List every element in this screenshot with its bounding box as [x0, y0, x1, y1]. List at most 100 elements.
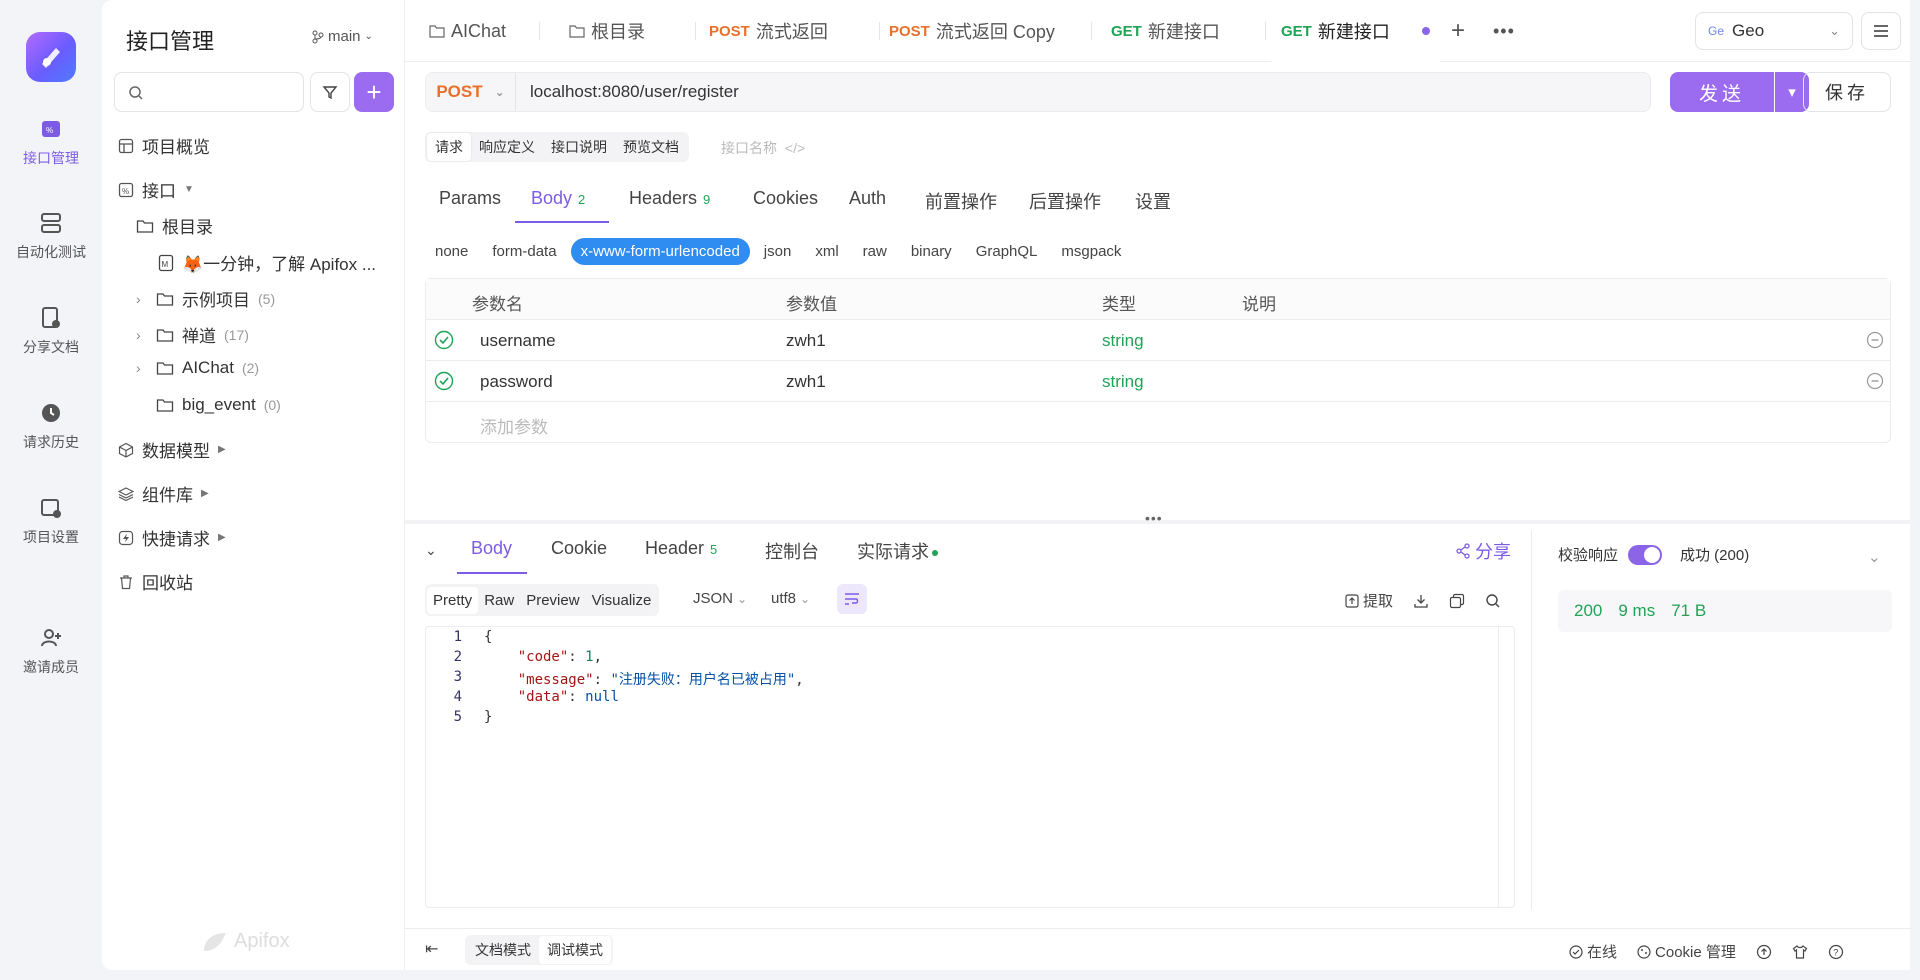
cookie-manager-button[interactable]: Cookie 管理 — [1637, 941, 1736, 962]
response-tab-actual-request[interactable]: 实际请求 — [857, 538, 938, 564]
tree-item-recycle-bin[interactable]: 回收站 — [118, 569, 193, 594]
tree-item-folder-zentao[interactable]: › 禅道 (17) — [136, 322, 249, 347]
collapse-chevron-icon[interactable]: ⌄ — [425, 542, 437, 559]
save-button[interactable]: 保存 — [1803, 72, 1891, 112]
param-type[interactable]: string — [1102, 331, 1144, 351]
rail-item-project-settings[interactable]: 项目设置 — [0, 495, 102, 547]
tab-body[interactable]: Body 2 — [531, 188, 585, 209]
word-wrap-button[interactable] — [837, 584, 867, 614]
tab-new-interface-active[interactable]: GET 新建接口 — [1271, 0, 1440, 63]
tree-item-folder-big-event[interactable]: big_event (0) — [156, 395, 281, 415]
new-tab-button[interactable]: + — [1451, 0, 1465, 62]
response-code-viewer[interactable]: 1{ 2 "code": 1, 3 "message": "注册失败：用户名已被… — [425, 626, 1515, 908]
tab-headers[interactable]: Headers 9 — [629, 188, 710, 209]
body-type-form-data[interactable]: form-data — [482, 238, 566, 265]
chevron-down-icon[interactable]: ⌄ — [1868, 548, 1881, 566]
shirt-icon[interactable] — [1792, 944, 1808, 960]
drag-handle-icon[interactable]: ••• — [1145, 510, 1163, 526]
param-type[interactable]: string — [1102, 372, 1144, 392]
tab-post-operations[interactable]: 后置操作 — [1029, 188, 1101, 214]
tab-aichat[interactable]: AIChat — [429, 0, 506, 62]
menu-button[interactable] — [1861, 12, 1901, 50]
response-tab-body[interactable]: Body — [471, 538, 512, 559]
tab-params[interactable]: Params — [439, 188, 501, 209]
tree-item-intro-doc[interactable]: M 🦊一分钟，了解 Apifox ... — [158, 250, 376, 275]
add-param-row[interactable]: 添加参数 — [426, 402, 1890, 443]
response-tab-cookie[interactable]: Cookie — [551, 538, 607, 559]
tree-item-quick-requests[interactable]: 快捷请求 ▶ — [118, 525, 226, 550]
response-tab-header[interactable]: Header 5 — [645, 538, 717, 559]
tree-item-data-models[interactable]: 数据模型 ▶ — [118, 437, 226, 462]
share-button[interactable]: 分享 — [1455, 538, 1511, 564]
tree-item-components[interactable]: 组件库 ▶ — [118, 481, 209, 506]
view-tab-raw[interactable]: Raw — [478, 587, 520, 614]
help-icon[interactable]: ? — [1828, 944, 1844, 960]
remove-circle-icon[interactable] — [1866, 331, 1884, 349]
doc-mode-button[interactable]: 文档模式 — [467, 936, 539, 964]
format-select[interactable]: JSON ⌄ — [693, 590, 747, 607]
param-value[interactable]: zwh1 — [786, 331, 826, 351]
url-input[interactable]: localhost:8080/user/register — [516, 82, 739, 102]
method-select[interactable]: POST ⌄ — [426, 73, 516, 111]
tab-auth[interactable]: Auth — [849, 188, 886, 209]
encoding-select[interactable]: utf8 ⌄ — [771, 590, 810, 607]
tree-item-root[interactable]: 根目录 — [136, 213, 213, 238]
param-name[interactable]: username — [480, 331, 556, 351]
body-type-graphql[interactable]: GraphQL — [966, 238, 1048, 265]
rail-item-invite-members[interactable]: 邀请成员 — [0, 625, 102, 677]
rail-item-request-history[interactable]: 请求历史 — [0, 400, 102, 452]
check-circle-icon[interactable] — [434, 330, 454, 350]
tab-stream-return-copy[interactable]: POST 流式返回 Copy — [889, 0, 1055, 62]
upload-icon[interactable] — [1756, 944, 1772, 960]
validate-toggle[interactable] — [1628, 544, 1663, 565]
body-type-none[interactable]: none — [425, 238, 478, 265]
tab-cookies[interactable]: Cookies — [753, 188, 818, 209]
tab-stream-return[interactable]: POST 流式返回 — [709, 0, 828, 62]
filter-button[interactable] — [310, 72, 350, 112]
tree-item-folder-example[interactable]: › 示例项目 (5) — [136, 286, 275, 311]
mode-tab-preview-doc[interactable]: 预览文档 — [615, 133, 687, 161]
tree-item-folder-aichat[interactable]: › AIChat (2) — [136, 358, 259, 378]
tab-pre-operations[interactable]: 前置操作 — [925, 188, 997, 214]
environment-select[interactable]: Ge Geo ⌄ — [1695, 12, 1853, 50]
copy-icon[interactable] — [1449, 593, 1465, 609]
rail-item-automation-test[interactable]: 自动化测试 — [0, 210, 102, 262]
collapse-sidebar-icon[interactable]: ⇤ — [425, 939, 438, 959]
view-tab-pretty[interactable]: Pretty — [427, 586, 479, 614]
debug-mode-button[interactable]: 调试模式 — [539, 936, 611, 964]
body-type-json[interactable]: json — [754, 238, 802, 265]
add-button[interactable]: + — [354, 72, 394, 112]
body-type-binary[interactable]: binary — [901, 238, 962, 265]
online-status[interactable]: 在线 — [1569, 941, 1617, 962]
body-type-xml[interactable]: xml — [805, 238, 848, 265]
extract-button[interactable]: 提取 — [1345, 590, 1393, 611]
rail-item-share-docs[interactable]: 分享文档 — [0, 305, 102, 357]
tree-item-project-overview[interactable]: 项目概览 — [118, 133, 210, 158]
rail-item-api-management[interactable]: % 接口管理 — [0, 116, 102, 168]
check-circle-icon[interactable] — [434, 371, 454, 391]
mode-tab-response-definition[interactable]: 响应定义 — [471, 133, 543, 161]
body-type-raw[interactable]: raw — [853, 238, 897, 265]
tab-settings[interactable]: 设置 — [1135, 188, 1171, 214]
param-value[interactable]: zwh1 — [786, 372, 826, 392]
body-type-urlencoded[interactable]: x-www-form-urlencoded — [570, 237, 750, 265]
interface-name-input[interactable]: 接口名称 </> — [721, 138, 805, 158]
tree-item-interfaces[interactable]: % 接口 ▼ — [118, 177, 194, 202]
code-scrollbar[interactable] — [1498, 627, 1514, 907]
sidebar-search-input[interactable] — [114, 72, 304, 112]
view-tab-visualize[interactable]: Visualize — [586, 587, 658, 614]
tab-root[interactable]: 根目录 — [569, 0, 645, 62]
remove-circle-icon[interactable] — [1866, 372, 1884, 390]
view-tab-preview[interactable]: Preview — [520, 587, 585, 614]
more-tabs-button[interactable]: ••• — [1493, 0, 1515, 62]
mode-tab-request[interactable]: 请求 — [427, 133, 471, 161]
tab-new-interface[interactable]: GET 新建接口 — [1111, 0, 1220, 62]
mode-tab-interface-description[interactable]: 接口说明 — [543, 133, 615, 161]
search-icon[interactable] — [1485, 593, 1501, 609]
body-type-msgpack[interactable]: msgpack — [1051, 238, 1131, 265]
response-tab-console[interactable]: 控制台 — [765, 538, 819, 564]
download-icon[interactable] — [1413, 593, 1429, 609]
param-name[interactable]: password — [480, 372, 553, 392]
send-button[interactable]: 发送 — [1670, 72, 1774, 112]
branch-selector[interactable]: main ⌄ — [312, 28, 373, 45]
